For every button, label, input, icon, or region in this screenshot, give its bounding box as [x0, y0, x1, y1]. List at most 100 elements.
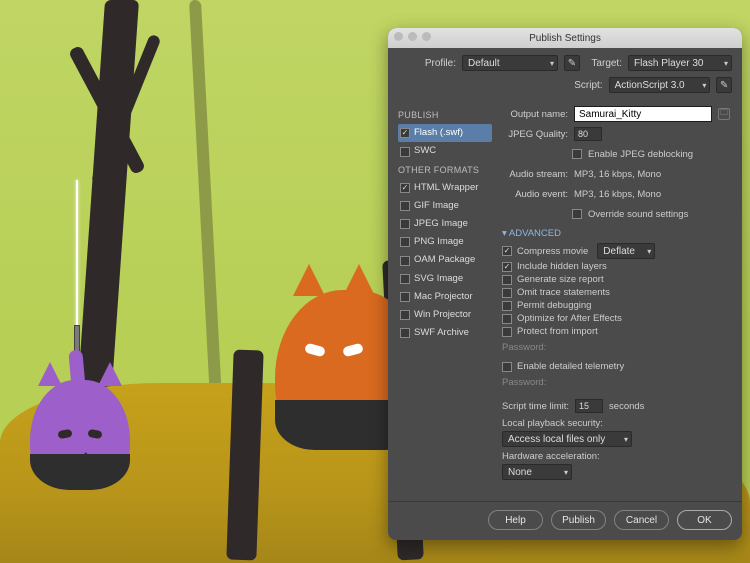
script-value: ActionScript 3.0	[615, 80, 685, 91]
sidebar-item-label: PNG Image	[414, 234, 464, 250]
sidebar-item-label: SWF Archive	[414, 325, 469, 341]
jpeg-quality-input[interactable]: 80	[574, 127, 602, 141]
checkbox-icon[interactable]	[400, 237, 410, 247]
checkbox-icon[interactable]	[400, 201, 410, 211]
override-sound-checkbox[interactable]	[572, 209, 582, 219]
hw-accel-select[interactable]: None	[502, 464, 572, 480]
time-limit-unit: seconds	[609, 401, 644, 412]
target-value: Flash Player 30	[634, 58, 703, 69]
formats-sidebar: PUBLISH Flash (.swf) SWC OTHER FORMATS H…	[388, 102, 498, 501]
jpeg-deblock-label: Enable JPEG deblocking	[588, 149, 693, 160]
sidebar-item-html-wrapper[interactable]: HTML Wrapper	[398, 179, 492, 197]
other-formats-heading: OTHER FORMATS	[398, 163, 492, 178]
checkbox-icon[interactable]	[400, 147, 410, 157]
checkbox-icon[interactable]	[400, 256, 410, 266]
sidebar-item-win-projector[interactable]: Win Projector	[398, 306, 492, 324]
sidebar-item-label: Win Projector	[414, 307, 471, 323]
checkbox-icon[interactable]	[400, 128, 410, 138]
jpeg-quality-label: JPEG Quality:	[502, 129, 568, 140]
time-limit-input[interactable]: 15	[575, 399, 603, 413]
hidden-layers-label: Include hidden layers	[517, 261, 607, 272]
jpeg-deblock-checkbox[interactable]	[572, 149, 582, 159]
window-close-icon[interactable]	[394, 32, 403, 41]
dialog-title: Publish Settings	[529, 33, 601, 44]
script-select[interactable]: ActionScript 3.0	[609, 77, 711, 93]
sidebar-item-flash-swf[interactable]: Flash (.swf)	[398, 124, 492, 142]
protect-import-checkbox[interactable]	[502, 327, 512, 337]
checkbox-icon[interactable]	[400, 328, 410, 338]
compress-movie-label: Compress movie	[517, 246, 588, 257]
help-button[interactable]: Help	[488, 510, 543, 530]
checkbox-icon[interactable]	[400, 183, 410, 193]
sidebar-item-label: JPEG Image	[414, 216, 468, 232]
profile-options-icon[interactable]: ✎	[564, 55, 580, 71]
advanced-toggle[interactable]: ADVANCED	[502, 228, 730, 239]
script-label: Script:	[568, 80, 603, 91]
playback-security-select[interactable]: Access local files only	[502, 431, 632, 447]
sidebar-item-swf-archive[interactable]: SWF Archive	[398, 324, 492, 342]
publish-heading: PUBLISH	[398, 108, 492, 123]
window-minimize-icon[interactable]	[408, 32, 417, 41]
target-select[interactable]: Flash Player 30	[628, 55, 732, 71]
omit-trace-checkbox[interactable]	[502, 288, 512, 298]
protect-import-label: Protect from import	[517, 326, 598, 337]
sidebar-item-svg[interactable]: SVG Image	[398, 270, 492, 288]
sidebar-item-oam[interactable]: OAM Package	[398, 251, 492, 269]
compress-type-select[interactable]: Deflate	[597, 243, 655, 259]
checkbox-icon[interactable]	[400, 274, 410, 284]
checkbox-icon[interactable]	[400, 310, 410, 320]
sidebar-item-jpeg[interactable]: JPEG Image	[398, 215, 492, 233]
size-report-checkbox[interactable]	[502, 275, 512, 285]
sidebar-item-gif[interactable]: GIF Image	[398, 197, 492, 215]
dialog-footer: Help Publish Cancel OK	[388, 501, 742, 540]
sidebar-item-label: Flash (.swf)	[414, 125, 463, 141]
cancel-button[interactable]: Cancel	[614, 510, 669, 530]
permit-debug-checkbox[interactable]	[502, 301, 512, 311]
sidebar-item-swc[interactable]: SWC	[398, 142, 492, 160]
audio-stream-value[interactable]: MP3, 16 kbps, Mono	[574, 169, 661, 180]
sidebar-item-mac-projector[interactable]: Mac Projector	[398, 288, 492, 306]
hidden-layers-checkbox[interactable]	[502, 262, 512, 272]
audio-event-label: Audio event:	[502, 189, 568, 200]
checkbox-icon[interactable]	[400, 292, 410, 302]
sidebar-item-label: HTML Wrapper	[414, 180, 478, 196]
compress-movie-checkbox[interactable]	[502, 246, 512, 256]
window-zoom-icon[interactable]	[422, 32, 431, 41]
settings-pane: Output name: Samurai_Kitty 🗀 JPEG Qualit…	[498, 102, 742, 501]
sidebar-item-label: GIF Image	[414, 198, 459, 214]
telemetry-checkbox[interactable]	[502, 362, 512, 372]
output-name-input[interactable]: Samurai_Kitty	[574, 106, 712, 122]
sidebar-item-label: OAM Package	[414, 252, 475, 268]
profile-label: Profile:	[398, 58, 456, 69]
output-name-label: Output name:	[502, 109, 568, 120]
sidebar-item-label: SWC	[414, 143, 436, 159]
script-settings-icon[interactable]: ✎	[716, 77, 732, 93]
publish-settings-dialog: Publish Settings Profile: Default ✎ Targ…	[388, 28, 742, 540]
optimize-ae-label: Optimize for After Effects	[517, 313, 622, 324]
optimize-ae-checkbox[interactable]	[502, 314, 512, 324]
sidebar-item-png[interactable]: PNG Image	[398, 233, 492, 251]
audio-stream-label: Audio stream:	[502, 169, 568, 180]
permit-debug-label: Permit debugging	[517, 300, 591, 311]
dialog-titlebar[interactable]: Publish Settings	[388, 28, 742, 48]
sidebar-item-label: Mac Projector	[414, 289, 473, 305]
publish-button[interactable]: Publish	[551, 510, 606, 530]
hw-accel-label: Hardware acceleration:	[502, 451, 730, 462]
ok-button[interactable]: OK	[677, 510, 732, 530]
playback-security-label: Local playback security:	[502, 418, 730, 429]
sidebar-item-label: SVG Image	[414, 271, 463, 287]
telemetry-label: Enable detailed telemetry	[517, 361, 624, 372]
character-purple-cat	[30, 380, 130, 490]
browse-folder-icon[interactable]: 🗀	[718, 108, 730, 120]
size-report-label: Generate size report	[517, 274, 604, 285]
audio-event-value[interactable]: MP3, 16 kbps, Mono	[574, 189, 661, 200]
override-sound-label: Override sound settings	[588, 209, 688, 220]
profile-select[interactable]: Default	[462, 55, 558, 71]
profile-value: Default	[468, 58, 500, 69]
time-limit-label: Script time limit:	[502, 401, 569, 412]
password2-label: Password:	[502, 377, 546, 388]
target-label: Target:	[586, 58, 622, 69]
omit-trace-label: Omit trace statements	[517, 287, 610, 298]
checkbox-icon[interactable]	[400, 219, 410, 229]
password-label: Password:	[502, 342, 546, 353]
